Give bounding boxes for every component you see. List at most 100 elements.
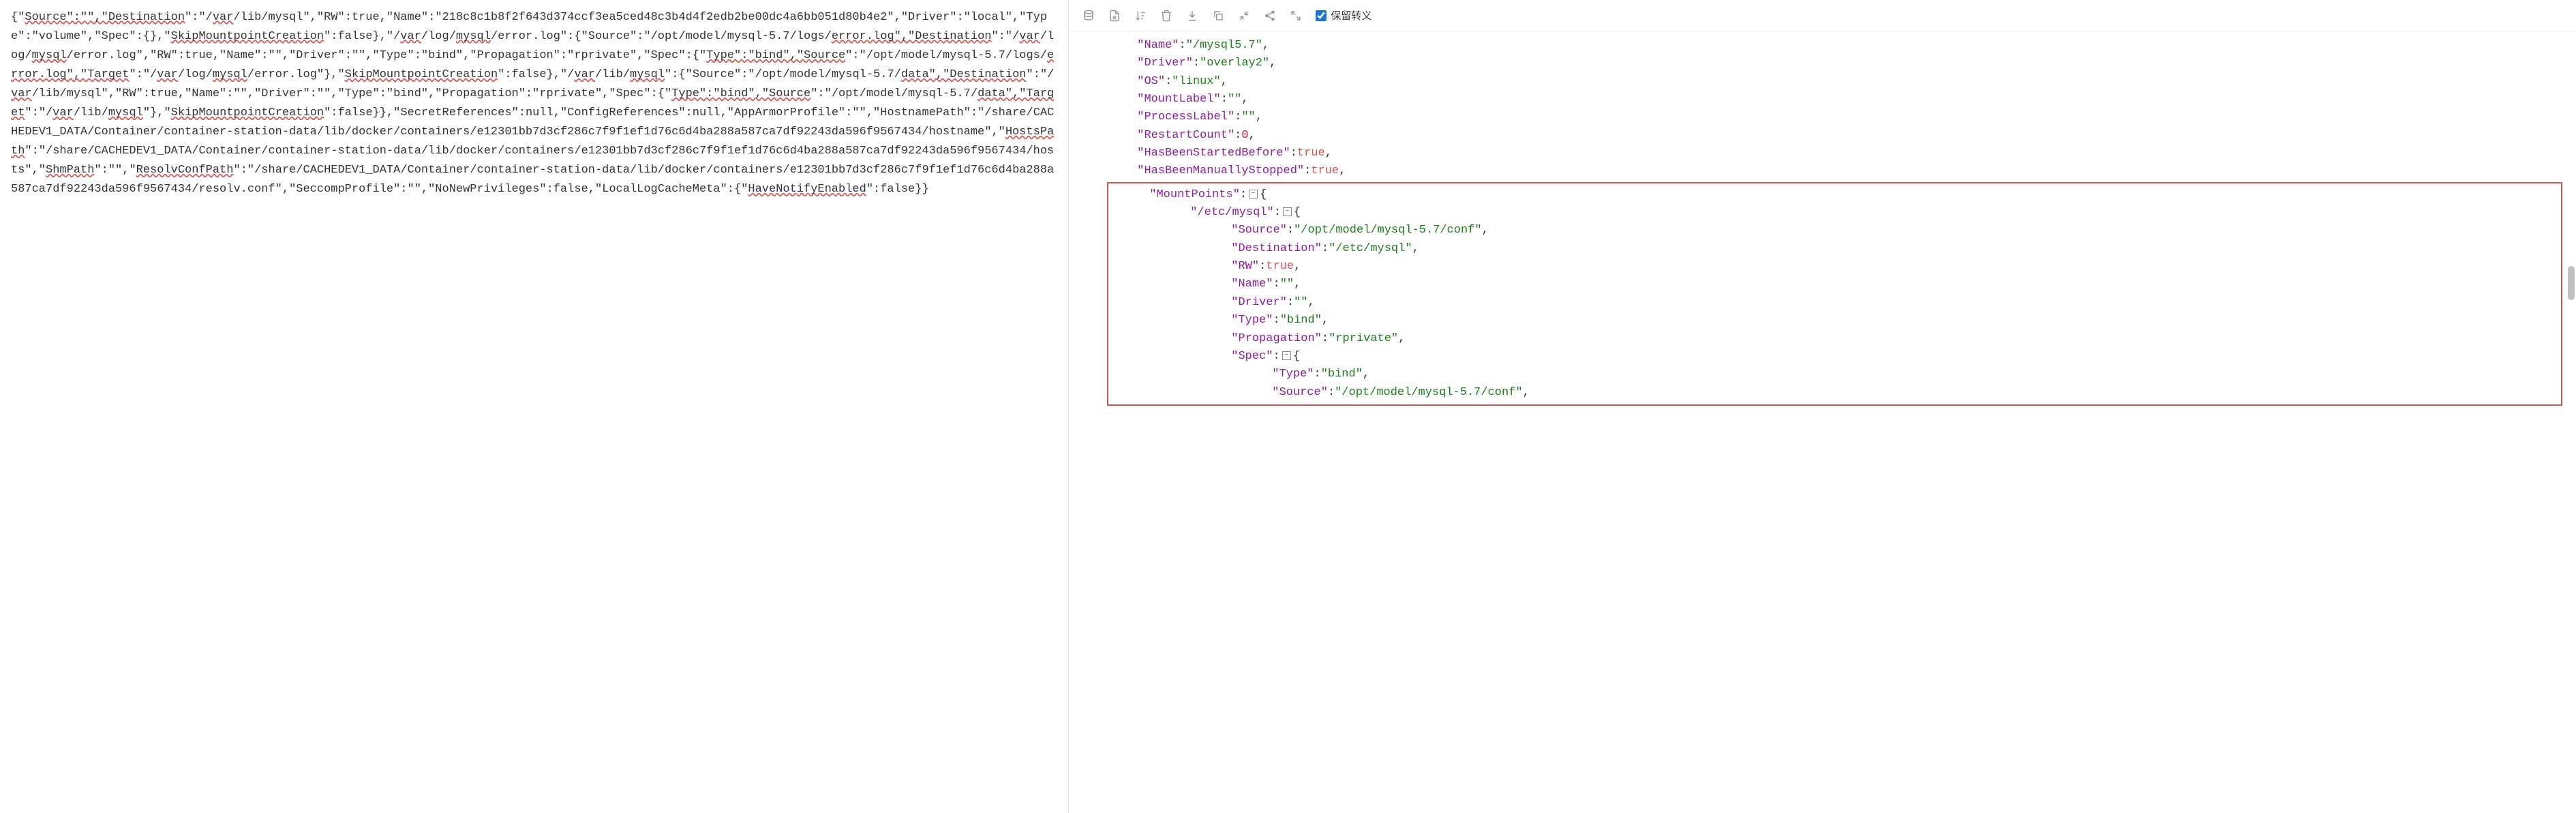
json-token-punc: :	[1287, 224, 1294, 237]
json-token-punc: ,	[1249, 129, 1256, 142]
json-token-punc: :	[1234, 110, 1241, 123]
raw-text-fragment: /error.log":{"Source":"/opt/model/mysql-…	[491, 30, 832, 43]
raw-text-fragment: var	[157, 68, 178, 81]
raw-text-fragment: ":"/	[1027, 68, 1055, 81]
json-token-punc: ,	[1482, 224, 1489, 237]
json-token-punc: :	[1179, 39, 1186, 52]
json-token-key: "MountLabel"	[1137, 93, 1220, 106]
json-token-punc: {	[1260, 188, 1267, 201]
expand-icon[interactable]	[1290, 10, 1302, 22]
database-icon[interactable]	[1082, 10, 1095, 22]
raw-text-fragment: data","Destination	[901, 68, 1027, 81]
json-token-str: "/opt/model/mysql-5.7/conf"	[1335, 386, 1522, 399]
raw-text-fragment: var	[400, 30, 421, 43]
json-line: "OS":"linux",	[1096, 73, 2576, 91]
json-token-key: "Source"	[1231, 224, 1287, 237]
raw-text-fragment: var	[52, 106, 74, 119]
json-token-key: "Name"	[1137, 39, 1179, 52]
trash-icon[interactable]	[1160, 10, 1172, 22]
json-token-key: "RW"	[1231, 260, 1259, 273]
raw-text-fragment: ":{"Source":"/opt/model/mysql-5.7/	[665, 68, 901, 81]
json-line: "ProcessLabel":"",	[1096, 108, 2576, 126]
raw-text-fragment: ":"/	[25, 106, 52, 119]
json-token-punc: ,	[1363, 368, 1369, 381]
raw-text-fragment: mysql	[213, 68, 247, 81]
json-line: "Driver":"",	[1108, 294, 2561, 312]
json-token-punc: :	[1273, 314, 1280, 327]
json-token-str: "overlay2"	[1200, 57, 1269, 70]
json-line: "RW":true,	[1108, 258, 2561, 276]
raw-text-fragment: Type":"bind","Source	[706, 49, 845, 62]
json-token-str: ""	[1294, 296, 1307, 309]
raw-text-fragment: mysql	[630, 68, 665, 81]
json-token-punc: :	[1322, 332, 1329, 345]
json-token-punc: ,	[1322, 314, 1329, 327]
json-token-punc: ,	[1294, 260, 1301, 273]
download-icon[interactable]	[1186, 10, 1198, 22]
json-token-str: "bind"	[1321, 368, 1363, 381]
copy-icon[interactable]	[1212, 10, 1224, 22]
json-token-str: "/mysql5.7"	[1186, 39, 1262, 52]
raw-text-fragment: SkipMountpointCreation	[345, 68, 498, 81]
json-line: "Name":"/mysql5.7",	[1096, 37, 2576, 55]
json-token-punc: :	[1304, 164, 1311, 177]
json-token-str: "bind"	[1280, 314, 1322, 327]
json-token-key: "Source"	[1272, 386, 1328, 399]
json-line: "Source":"/opt/model/mysql-5.7/conf",	[1108, 384, 2561, 402]
formatted-json-pane: 保留转义 "Name":"/mysql5.7","Driver":"overla…	[1069, 0, 2576, 813]
json-token-punc: ,	[1523, 386, 1530, 399]
json-line: "Driver":"overlay2",	[1096, 55, 2576, 72]
raw-text-fragment: mysql	[32, 49, 67, 62]
json-token-punc: :	[1328, 386, 1335, 399]
raw-text-fragment: ":"/opt/model/mysql-5.7/	[810, 87, 978, 100]
raw-text-fragment: ":"","	[94, 164, 136, 177]
json-token-key: "Name"	[1231, 278, 1273, 291]
keep-escape-checkbox[interactable]: 保留转义	[1316, 8, 1372, 23]
share-icon[interactable]	[1264, 10, 1276, 22]
raw-text-fragment: /lib/	[595, 68, 630, 81]
json-line: "Name":"",	[1108, 276, 2561, 293]
file-close-icon[interactable]	[1108, 10, 1121, 22]
json-token-str: "linux"	[1172, 75, 1220, 88]
json-line: "HasBeenManuallyStopped":true,	[1096, 162, 2576, 180]
sort-icon[interactable]	[1134, 10, 1147, 22]
raw-text-fragment: ":"/	[991, 30, 1019, 43]
json-token-punc: :	[1273, 350, 1280, 363]
json-token-punc: :	[1221, 93, 1228, 106]
json-line: "Source":"/opt/model/mysql-5.7/conf",	[1108, 222, 2561, 239]
collapse-toggle[interactable]: −	[1249, 190, 1258, 198]
scrollbar-thumb[interactable]	[2568, 266, 2575, 300]
json-tree-view[interactable]: "Name":"/mysql5.7","Driver":"overlay2","…	[1069, 31, 2576, 813]
raw-json-pane[interactable]: {"Source":"","Destination":"/var/lib/mys…	[0, 0, 1069, 813]
json-token-punc: ,	[1256, 110, 1262, 123]
raw-text-fragment: var	[1019, 30, 1040, 43]
json-token-punc: {	[1294, 206, 1301, 219]
json-token-punc: :	[1165, 75, 1172, 88]
json-token-str: "/opt/model/mysql-5.7/conf"	[1294, 224, 1481, 237]
json-token-str: "/etc/mysql"	[1329, 242, 1412, 255]
raw-text-fragment: mysql	[108, 106, 143, 119]
raw-text-fragment: /lib/mysql","RW":true,"Name":"","Driver"…	[32, 87, 672, 100]
collapse-toggle[interactable]: −	[1282, 351, 1291, 360]
raw-text-fragment: var	[574, 68, 595, 81]
json-token-punc: ,	[1398, 332, 1405, 345]
collapse-toggle[interactable]: −	[1283, 207, 1292, 216]
json-token-punc: ,	[1294, 278, 1301, 291]
raw-text-fragment: Type":"bind","Source	[671, 87, 810, 100]
json-token-key: "MountPoints"	[1149, 188, 1240, 201]
json-line: "Destination":"/etc/mysql",	[1108, 240, 2561, 258]
json-line: "Type":"bind",	[1108, 312, 2561, 329]
raw-text-fragment: /log/	[178, 68, 213, 81]
raw-text-fragment: mysql	[456, 30, 491, 43]
json-token-key: "Propagation"	[1231, 332, 1322, 345]
json-token-str: ""	[1228, 93, 1241, 106]
json-token-punc: :	[1240, 188, 1247, 201]
collapse-icon[interactable]	[1238, 10, 1250, 22]
keep-escape-input[interactable]	[1316, 10, 1327, 21]
json-token-key: "Type"	[1231, 314, 1273, 327]
json-token-punc: ,	[1269, 57, 1276, 70]
json-token-key: "ProcessLabel"	[1137, 110, 1234, 123]
json-token-punc: ,	[1241, 93, 1248, 106]
json-token-str: ""	[1241, 110, 1255, 123]
json-token-punc: :	[1259, 260, 1266, 273]
